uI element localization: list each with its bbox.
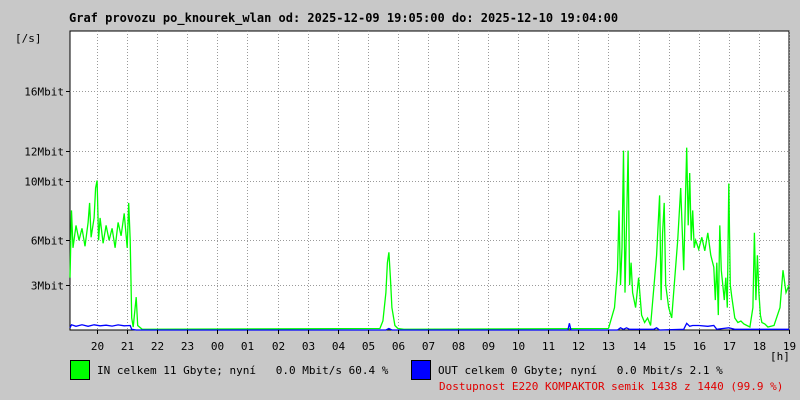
x-tick-label: 23 (181, 340, 194, 353)
y-tick-label: 6Mbit (31, 235, 64, 248)
x-tick-label: 17 (723, 340, 736, 353)
traffic-chart: 3Mbit 6Mbit 10Mbit 12Mbit 16Mbit 20 21 22 23 00 0… (15, 30, 796, 363)
x-axis-ticks: 20 21 22 23 00 01 02 03 04 05 06 07 08 09 10 11 12 13 14 15… (91, 330, 796, 353)
availability-text: Dostupnost E220 KOMPAKTOR semik 1438 z 1… (439, 380, 784, 393)
x-tick-label: 07 (422, 340, 435, 353)
x-axis-unit: [h] (770, 350, 790, 363)
x-tick-label: 13 (602, 340, 615, 353)
x-tick-label: 06 (392, 340, 405, 353)
legend-out: OUT celkem 0 Gbyte; nyní 0.0 Mbit/s 2.1 … (411, 359, 723, 381)
legend-out-swatch (411, 360, 431, 380)
x-tick-label: 02 (272, 340, 285, 353)
legend-in-swatch (70, 360, 90, 380)
y-tick-label: 12Mbit (24, 146, 64, 159)
x-tick-label: 11 (542, 340, 555, 353)
legend-out-text: OUT celkem 0 Gbyte; nyní 0.0 Mbit/s 2.1 … (438, 363, 723, 377)
x-tick-label: 21 (121, 340, 134, 353)
x-tick-label: 05 (362, 340, 375, 353)
x-tick-label: 16 (693, 340, 706, 353)
plot-area (69, 30, 790, 331)
x-tick-label: 03 (302, 340, 315, 353)
x-tick-label: 10 (512, 340, 525, 353)
x-tick-label: 15 (663, 340, 676, 353)
x-tick-label: 20 (91, 340, 104, 353)
y-tick-label: 3Mbit (31, 280, 64, 293)
x-tick-label: 08 (452, 340, 465, 353)
x-tick-label: 18 (753, 340, 766, 353)
y-tick-label: 10Mbit (24, 176, 64, 189)
x-tick-label: 00 (211, 340, 224, 353)
x-tick-label: 22 (151, 340, 164, 353)
x-tick-label: 12 (572, 340, 585, 353)
y-tick-label: 16Mbit (24, 86, 64, 99)
x-tick-label: 01 (241, 340, 254, 353)
x-tick-label: 09 (482, 340, 495, 353)
legend-in: IN celkem 11 Gbyte; nyní 0.0 Mbit/s 60.4… (70, 359, 388, 381)
legend-in-text: IN celkem 11 Gbyte; nyní 0.0 Mbit/s 60.4… (97, 363, 389, 377)
y-axis-unit: [/s] (15, 32, 42, 45)
y-axis-ticks: 3Mbit 6Mbit 10Mbit 12Mbit 16Mbit (24, 86, 70, 293)
x-tick-label: 14 (633, 340, 647, 353)
x-tick-label: 04 (332, 340, 346, 353)
